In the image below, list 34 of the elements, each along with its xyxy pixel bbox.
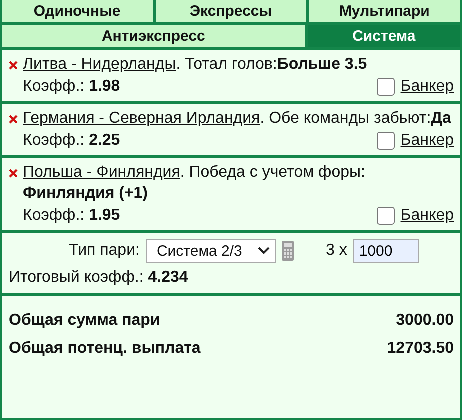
tab[interactable]: Антиэкспресс: [2, 25, 306, 47]
tab[interactable]: Мультипари: [309, 0, 460, 22]
banker-label[interactable]: Банкер: [400, 130, 454, 151]
odds-text: Коэфф.: 1.98: [23, 77, 120, 97]
odds-text: Коэфф.: 2.25: [23, 131, 120, 151]
odds-text: Коэфф.: 1.95: [23, 206, 120, 226]
banker-checkbox[interactable]: [376, 206, 395, 224]
stake-input[interactable]: 1000: [353, 239, 420, 263]
tab[interactable]: Экспрессы: [156, 0, 306, 22]
tab[interactable]: Одиночные: [2, 0, 153, 22]
bet-description: Германия - Северная Ирландия. Обе команды забьют:Да: [23, 109, 452, 129]
bet-description: Польша - Финляндия. Победа с учетом форы: Финляндия (+1): [23, 163, 366, 204]
total-value: 3000.00: [396, 311, 454, 331]
event-link[interactable]: Литва - Нидерланды: [23, 56, 176, 73]
bet-type-label: Тип пари:: [69, 242, 140, 260]
close-icon[interactable]: [9, 169, 18, 178]
event-link[interactable]: Германия - Северная Ирландия: [23, 110, 260, 127]
multiplier-text: 3 x: [326, 242, 348, 260]
banker-label[interactable]: Банкер: [400, 76, 454, 97]
close-icon[interactable]: [9, 115, 18, 124]
bet-type-select[interactable]: Система 2/3: [146, 239, 276, 263]
event-link[interactable]: Польша - Финляндия: [23, 164, 180, 181]
banker-label[interactable]: Банкер: [400, 205, 454, 226]
banker-checkbox[interactable]: [376, 78, 395, 96]
total-label: Общая потенц. выплата: [9, 339, 201, 359]
bet-description: Литва - Нидерланды. Тотал голов:Больше 3.5: [23, 55, 368, 75]
tab[interactable]: Система: [308, 25, 460, 47]
close-icon[interactable]: [9, 61, 18, 70]
total-value: 12703.50: [387, 339, 454, 359]
banker-checkbox[interactable]: [376, 132, 395, 150]
total-label: Общая сумма пари: [9, 311, 160, 331]
chevron-icon: [256, 246, 271, 256]
total-odds-text: Итоговый коэфф.: 4.234: [9, 269, 190, 287]
calculator-icon[interactable]: [282, 241, 294, 261]
